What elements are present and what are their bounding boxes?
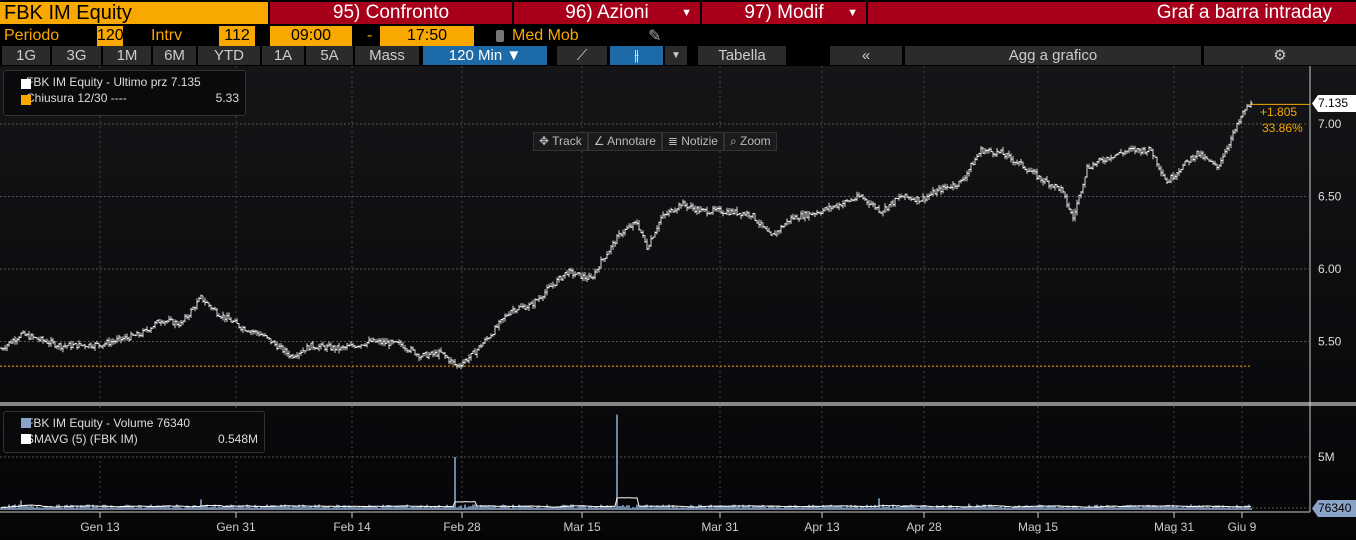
tool-track[interactable]: ✥ Track (533, 132, 588, 151)
date-tick-label: Feb 14 (333, 520, 371, 534)
volume-legend: FBK IM Equity - Volume 76340 SMAVG (5) (… (3, 411, 265, 453)
date-tick-label: Apr 13 (804, 520, 840, 534)
legend-sma: SMAVG (5) (FBK IM) (26, 432, 138, 446)
change-pct-label: 33.86% (1262, 121, 1303, 135)
price-tick-label: 5.50 (1318, 335, 1342, 349)
panel-divider (0, 402, 1356, 406)
last-price-label: 7.135 (1312, 95, 1356, 112)
close-swatch (21, 95, 31, 105)
sma-swatch (21, 434, 31, 444)
date-tick-label: Mag 15 (1018, 520, 1058, 534)
price-tick-label: 6.50 (1318, 190, 1342, 204)
last-volume-label: 76340 (1312, 500, 1356, 517)
date-tick-label: Gen 13 (80, 520, 120, 534)
date-tick-label: Apr 28 (906, 520, 942, 534)
date-tick-label: Mar 15 (563, 520, 601, 534)
tool-notizie[interactable]: ≣ Notizie (661, 132, 724, 151)
legend-close: Chiusura 12/30 ---- (26, 91, 127, 105)
date-tick-label: Mag 31 (1154, 520, 1194, 534)
price-tick-label: 6.00 (1318, 262, 1342, 276)
change-label: +1.805 (1260, 105, 1298, 119)
legend-volume: FBK IM Equity - Volume 76340 (26, 416, 191, 430)
legend-last-price: FBK IM Equity - Ultimo prz 7.135 (26, 75, 201, 89)
price-tick-label: 7.00 (1318, 117, 1342, 131)
date-tick-label: Feb 28 (443, 520, 481, 534)
date-tick-label: Mar 31 (701, 520, 739, 534)
volume-tick-label: 5M (1318, 450, 1335, 464)
date-tick-label: Giu 9 (1228, 520, 1257, 534)
legend-sma-value: 0.548M (217, 432, 258, 446)
sma-line (0, 497, 1252, 509)
date-tick-label: Gen 31 (216, 520, 256, 534)
volume-swatch (21, 418, 31, 428)
tool-zoom[interactable]: ⌕ Zoom (723, 132, 777, 151)
last-price-swatch (21, 79, 31, 89)
price-legend: FBK IM Equity - Ultimo prz 7.135 Chiusur… (3, 70, 246, 116)
tool-annotare[interactable]: ∠ Annotare (587, 132, 662, 151)
legend-close-value: 5.33 (215, 91, 239, 105)
